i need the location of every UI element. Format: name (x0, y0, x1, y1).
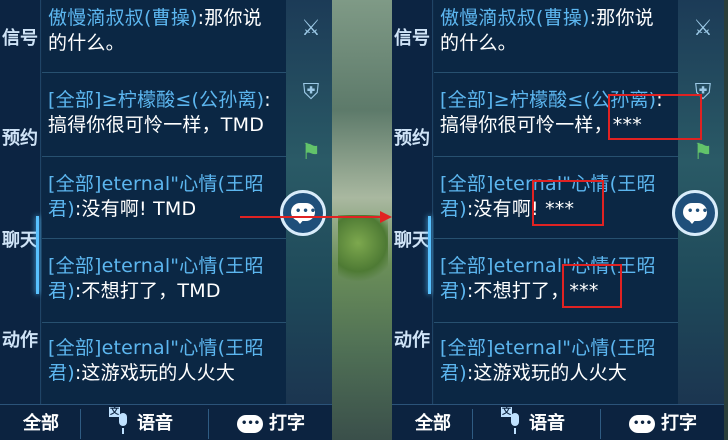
sword-icon[interactable]: ⚔ (296, 16, 326, 41)
message-text: :不想打了，TMD (74, 280, 221, 302)
microphone-icon: 文 (109, 407, 131, 435)
chat-bottom-bar: 全部 文语音 打字 (392, 404, 724, 440)
chat-panel-original: 信号 预约 聊天 动作 傲慢滴叔叔(曹操):那你说的什么。 [全部]≥柠檬酸≤(… (0, 0, 332, 440)
bottom-divider (80, 409, 81, 439)
all-channel-button[interactable]: 全部 (4, 409, 78, 439)
microphone-icon: 文 (501, 407, 523, 435)
chat-message: [全部]eternal"心情(王昭君):这游戏玩的人火大 (42, 334, 286, 388)
comparison-arrow-line (240, 216, 382, 218)
message-divider (434, 72, 678, 73)
flag-icon[interactable]: ⚑ (296, 140, 326, 165)
tab-action[interactable]: 动作 (0, 330, 40, 352)
chat-message: [全部]eternal"心情(王昭君):不想打了，*** (434, 252, 678, 306)
message-divider (434, 156, 678, 157)
tab-action-label: 动作 (2, 330, 38, 351)
tab-action[interactable]: 动作 (392, 330, 432, 352)
sword-icon[interactable]: ⚔ (688, 16, 718, 41)
type-button[interactable]: 打字 (214, 409, 328, 439)
chat-message: 傲慢滴叔叔(曹操):那你说的什么。 (42, 4, 286, 58)
type-button[interactable]: 打字 (606, 409, 720, 439)
tab-reservation[interactable]: 预约 (392, 128, 432, 150)
message-text: :没有啊! TMD (74, 198, 197, 220)
tab-signal[interactable]: 信号 (0, 28, 40, 50)
tab-signal-label: 信号 (394, 28, 430, 49)
tab-chat-label: 聊天 (394, 230, 430, 251)
message-divider (42, 322, 286, 323)
message-sender[interactable]: [全部]≥柠檬酸≤(公孙离) (48, 89, 264, 111)
chat-toggle-button[interactable]: ••• (280, 190, 326, 236)
keyboard-bubble-icon (237, 415, 263, 433)
tab-action-label: 动作 (394, 330, 430, 351)
tab-reservation[interactable]: 预约 (0, 128, 40, 150)
voice-button[interactable]: 文语音 (476, 407, 596, 439)
voice-button[interactable]: 文语音 (84, 407, 204, 439)
filter-highlight-box (532, 180, 604, 226)
chat-toggle-button[interactable]: ••• (672, 190, 718, 236)
filter-highlight-box (562, 264, 622, 308)
comparison-arrow-head (380, 211, 392, 223)
chat-sidebar: 信号 预约 聊天 动作 (392, 0, 433, 404)
chat-message: [全部]≥柠檬酸≤(公孙离):搞得你很可怜一样，TMD (42, 86, 286, 140)
bottom-divider (472, 409, 473, 439)
type-label: 打字 (269, 413, 305, 434)
keyboard-bubble-icon (629, 415, 655, 433)
flag-icon[interactable]: ⚑ (688, 140, 718, 165)
voice-label: 语音 (137, 413, 173, 434)
message-divider (42, 238, 286, 239)
message-divider (434, 238, 678, 239)
all-channel-label: 全部 (23, 413, 59, 434)
all-channel-button[interactable]: 全部 (396, 409, 470, 439)
chat-message-list[interactable]: 傲慢滴叔叔(曹操):那你说的什么。 [全部]≥柠檬酸≤(公孙离):搞得你很可怜一… (42, 0, 286, 404)
tab-chat-label: 聊天 (2, 230, 38, 251)
chat-message: 傲慢滴叔叔(曹操):那你说的什么。 (434, 4, 678, 58)
message-divider (42, 156, 286, 157)
tab-signal-label: 信号 (2, 28, 38, 49)
voice-label: 语音 (529, 413, 565, 434)
voice-badge: 文 (109, 407, 121, 417)
type-label: 打字 (661, 413, 697, 434)
chat-bottom-bar: 全部 文语音 打字 (0, 404, 332, 440)
message-divider (434, 322, 678, 323)
tab-signal[interactable]: 信号 (392, 28, 432, 50)
bubble-dots: ••• (687, 206, 710, 217)
bubble-dots: ••• (295, 206, 318, 217)
chat-sidebar: 信号 预约 聊天 动作 (0, 0, 41, 404)
message-divider (42, 72, 286, 73)
message-sender[interactable]: 傲慢滴叔叔(曹操) (440, 7, 590, 29)
shield-icon[interactable]: ⛨ (296, 80, 326, 105)
tab-reservation-label: 预约 (2, 128, 38, 149)
chat-message: [全部]eternal"心情(王昭君):不想打了，TMD (42, 252, 286, 306)
bottom-divider (208, 409, 209, 439)
message-text: :这游戏玩的人火大 (74, 362, 236, 384)
scene-foliage (338, 215, 388, 285)
message-text: :这游戏玩的人火大 (466, 362, 628, 384)
voice-badge: 文 (501, 407, 513, 417)
bottom-divider (600, 409, 601, 439)
filter-highlight-box (608, 94, 702, 140)
message-sender[interactable]: 傲慢滴叔叔(曹操) (48, 7, 198, 29)
chat-message: [全部]eternal"心情(王昭君):这游戏玩的人火大 (434, 334, 678, 388)
tab-chat[interactable]: 聊天 (0, 216, 40, 294)
tab-chat[interactable]: 聊天 (392, 216, 432, 294)
all-channel-label: 全部 (415, 413, 451, 434)
tab-reservation-label: 预约 (394, 128, 430, 149)
